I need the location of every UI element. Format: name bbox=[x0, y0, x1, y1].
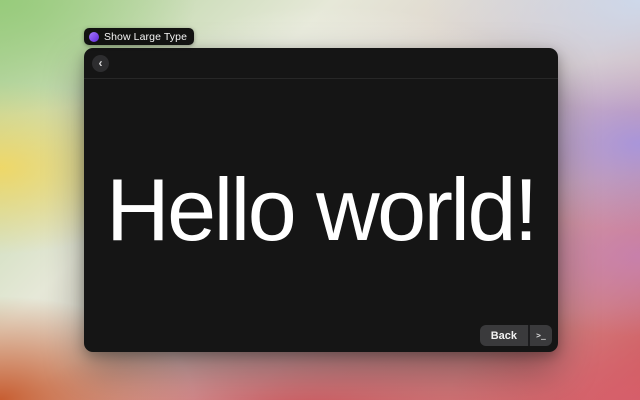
large-type-text: Hello world! bbox=[106, 166, 536, 254]
extension-icon bbox=[89, 32, 99, 42]
tooltip-label: Show Large Type bbox=[104, 31, 187, 43]
back-action-button[interactable]: Back >_ bbox=[480, 325, 552, 346]
enter-key-chip: >_ bbox=[528, 325, 552, 346]
large-type-content: Hello world! bbox=[84, 79, 558, 352]
back-action-label: Back bbox=[480, 325, 528, 346]
terminal-prompt-icon: >_ bbox=[536, 331, 546, 340]
show-large-type-tooltip: Show Large Type bbox=[84, 28, 194, 45]
back-button[interactable]: ‹ bbox=[92, 55, 109, 72]
large-type-window: ‹ Hello world! Back >_ bbox=[84, 48, 558, 352]
chevron-left-icon: ‹ bbox=[99, 57, 103, 69]
window-header: ‹ bbox=[84, 48, 558, 79]
desktop-background: Show Large Type ‹ Hello world! Back >_ bbox=[0, 0, 640, 400]
